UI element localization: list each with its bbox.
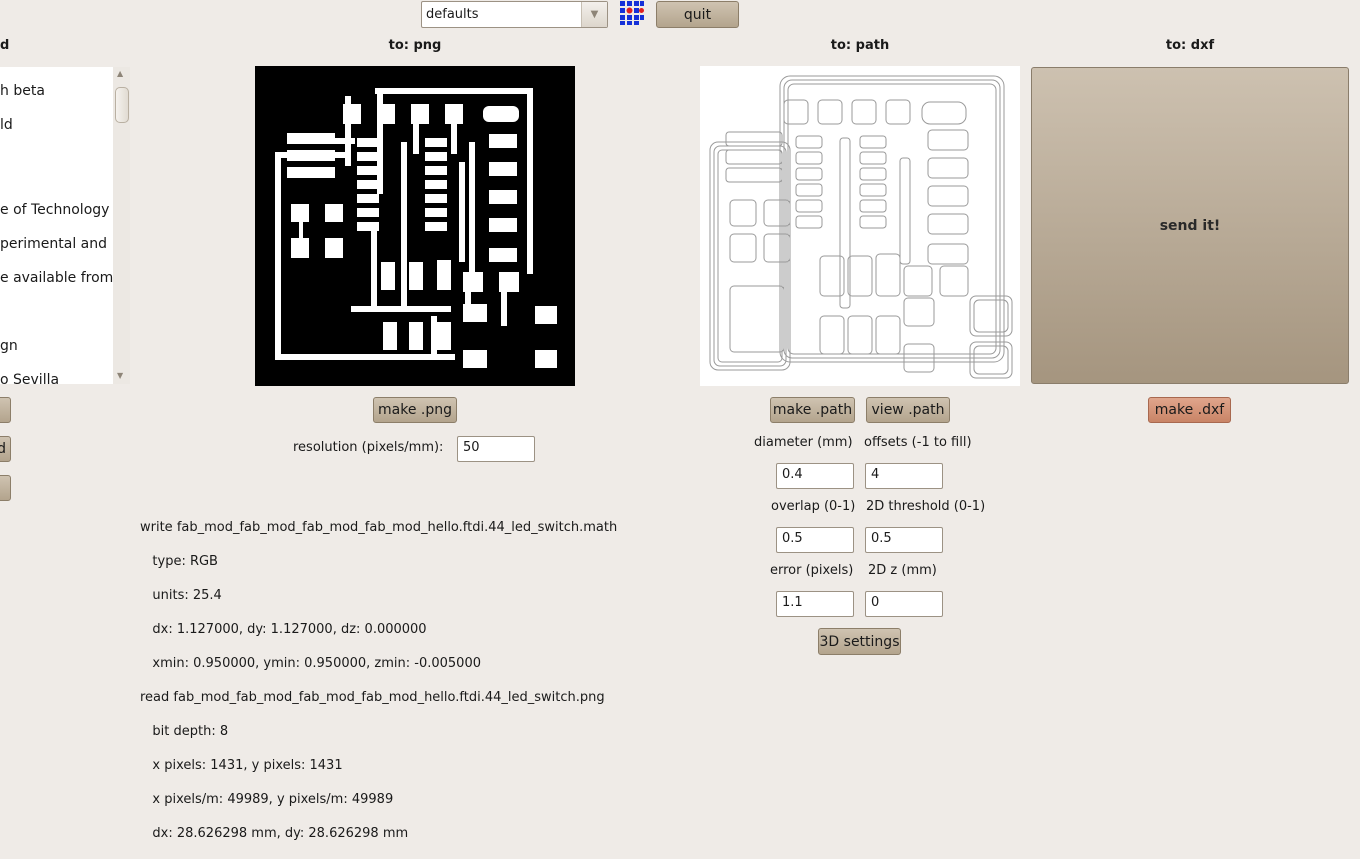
left-button-1[interactable] [0,397,11,423]
list-scrollbar[interactable]: ▲ ▼ [113,67,130,384]
3d-settings-button[interactable]: 3D settings [818,628,901,655]
log-line: x pixels/m: 49989, y pixels/m: 49989 [140,792,394,807]
threshold-label: 2D threshold (0-1) [866,499,986,514]
list-item[interactable]: e of Technology [0,202,109,218]
list-item[interactable]: perimental and [0,236,107,252]
log-line: units: 25.4 [140,588,222,603]
toolpath-preview [700,66,1020,386]
scroll-up-arrow-icon[interactable]: ▲ [117,69,123,78]
make-png-button[interactable]: make .png [373,397,457,423]
pcb-traces-preview [255,66,575,386]
threshold-input[interactable]: 0.5 [865,527,943,553]
resolution-label: resolution (pixels/mm): [293,440,444,455]
log-line: read fab_mod_fab_mod_fab_mod_fab_mod_hel… [140,690,605,705]
scrollbar-thumb[interactable] [115,87,129,123]
log-line: type: RGB [140,554,218,569]
profile-select[interactable]: defaults ▼ [421,1,608,28]
list-item[interactable]: h beta [0,83,45,99]
error-input[interactable]: 1.1 [776,591,854,617]
left-button-3[interactable] [0,475,11,501]
list-item[interactable]: ld [0,117,13,133]
offsets-input[interactable]: 4 [865,463,943,489]
path-panel-heading: to: path [830,38,890,53]
diameter-input[interactable]: 0.4 [776,463,854,489]
png-panel-heading: to: png [388,38,442,53]
scroll-down-arrow-icon[interactable]: ▼ [117,371,123,380]
view-path-button[interactable]: view .path [866,397,950,423]
make-dxf-button[interactable]: make .dxf [1148,397,1231,423]
log-line: write fab_mod_fab_mod_fab_mod_fab_mod_he… [140,520,618,535]
list-item[interactable]: e available from [0,270,113,286]
offsets-label: offsets (-1 to fill) [864,435,972,450]
log-line: dx: 1.127000, dy: 1.127000, dz: 0.000000 [140,622,427,637]
profile-select-value: defaults [426,7,479,22]
list-item[interactable]: o Sevilla [0,372,59,384]
chevron-down-icon[interactable]: ▼ [581,2,607,27]
left-button-2[interactable]: d [0,436,11,462]
z-input[interactable]: 0 [865,591,943,617]
fab-grid-logo-icon [620,1,644,25]
log-line: dx: 28.626298 mm, dy: 28.626298 mm [140,826,409,841]
log-line: bit depth: 8 [140,724,229,739]
diameter-label: diameter (mm) [754,435,853,450]
send-it-button[interactable]: send it! [1031,67,1349,384]
dxf-panel-heading: to: dxf [1165,38,1215,53]
overlap-input[interactable]: 0.5 [776,527,854,553]
log-line: xmin: 0.950000, ymin: 0.950000, zmin: -0… [140,656,481,671]
log-output: write fab_mod_fab_mod_fab_mod_fab_mod_he… [140,502,617,859]
list-item[interactable]: gn [0,338,18,354]
left-panel-heading: d [0,38,10,53]
log-line: x pixels: 1431, y pixels: 1431 [140,758,343,773]
resolution-input[interactable]: 50 [457,436,535,462]
quit-button[interactable]: quit [656,1,739,28]
error-label: error (pixels) [770,563,854,578]
project-list[interactable]: h beta ld e of Technology perimental and… [0,67,113,384]
overlap-label: overlap (0-1) [771,499,856,514]
z-label: 2D z (mm) [868,563,937,578]
make-path-button[interactable]: make .path [770,397,855,423]
